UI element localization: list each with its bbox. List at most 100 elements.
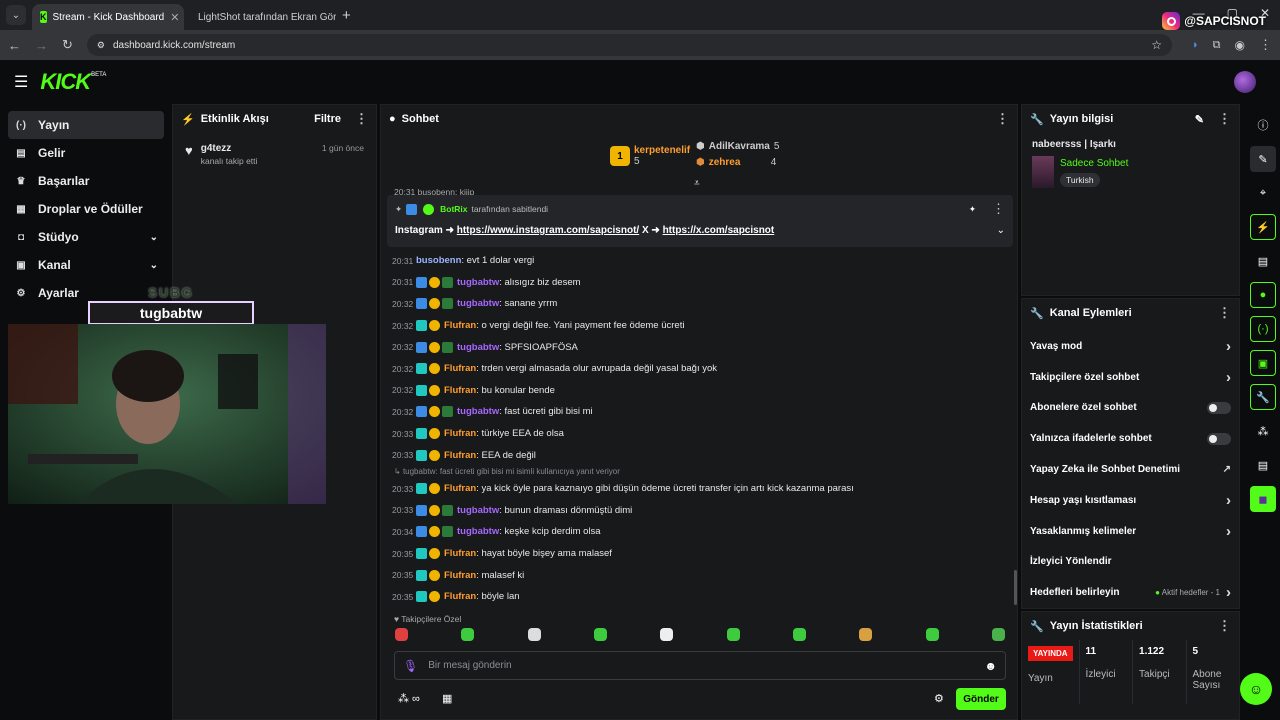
language-tag[interactable]: Turkish <box>1060 173 1100 187</box>
leader-name[interactable]: kerpetenelif <box>634 145 690 156</box>
toggle-switch[interactable] <box>1207 401 1231 414</box>
message-username[interactable]: Flufran <box>444 320 476 331</box>
channel-action-row[interactable]: Yasaklanmış kelimeler › <box>1022 516 1239 547</box>
x-link[interactable]: https://x.com/sapcisnot <box>663 225 775 236</box>
external-link-icon[interactable]: ↗ <box>1223 464 1231 475</box>
hamburger-menu-icon[interactable]: ☰ <box>14 72 28 92</box>
site-info-icon[interactable]: ⚙ <box>97 40 105 51</box>
expand-chevron-icon[interactable]: ⌄ <box>997 225 1005 236</box>
points-icon[interactable]: ⁂ ∞ <box>398 692 420 705</box>
activity-user[interactable]: g4tezz <box>201 143 258 154</box>
channel-action-row[interactable]: Hedefleri belirleyin ● Aktif hedefler - 1… <box>1022 577 1239 608</box>
emote-icon[interactable] <box>792 628 806 641</box>
info-icon[interactable]: ⓘ <box>1250 112 1276 138</box>
message-username[interactable]: busobenn <box>416 255 461 266</box>
message-username[interactable]: Flufran <box>444 483 476 494</box>
close-tab-icon[interactable]: ✕ <box>170 11 179 24</box>
document-icon[interactable]: ▤ <box>1250 452 1276 478</box>
chevron-right-icon[interactable]: › <box>1226 523 1231 540</box>
edit-pencil-icon[interactable]: ✎ <box>1250 146 1276 172</box>
emote-icon[interactable] <box>660 628 674 641</box>
message-username[interactable]: Flufran <box>444 450 476 461</box>
chevron-down-icon[interactable]: ⌄ <box>150 232 158 243</box>
pinned-by[interactable]: BotRix <box>440 204 467 214</box>
message-username[interactable]: Flufran <box>444 428 476 439</box>
channel-action-row[interactable]: Yapay Zeka ile Sohbet Denetimi ↗ <box>1022 454 1239 485</box>
support-chat-icon[interactable]: ☺ <box>1240 673 1272 705</box>
tab-search-icon[interactable]: ⌄ <box>6 5 26 25</box>
chat-settings-gear-icon[interactable]: ⚙ <box>934 692 944 705</box>
send-button[interactable]: Gönder <box>956 688 1006 710</box>
scroll-to-bottom-icon[interactable]: ⩡ <box>694 178 700 189</box>
sidebar-item-yayin[interactable]: (·) Yayın <box>8 111 164 139</box>
toggle-switch[interactable] <box>1207 432 1231 445</box>
new-tab-plus-icon[interactable]: + <box>342 7 351 24</box>
message-username[interactable]: tugbabtw <box>457 526 499 537</box>
message-username[interactable]: Flufran <box>444 385 476 396</box>
bookmark-star-icon[interactable]: ☆ <box>1151 38 1162 52</box>
sidebar-item-studyo[interactable]: ◘ Stüdyo ⌄ <box>8 223 164 251</box>
message-username[interactable]: Flufran <box>444 591 476 602</box>
sidebar-item-basarilar[interactable]: ♛ Başarılar <box>8 167 164 195</box>
edit-pencil-icon[interactable]: ✎ <box>1195 113 1204 126</box>
document-icon[interactable]: ▤ <box>1250 248 1276 274</box>
message-username[interactable]: Flufran <box>444 570 476 581</box>
channel-action-row[interactable]: İzleyici Yönlendir <box>1022 547 1239 578</box>
emote-icon[interactable] <box>925 628 939 641</box>
wrench-icon[interactable]: 🔧 <box>1250 384 1276 410</box>
chevron-right-icon[interactable]: › <box>1226 369 1231 386</box>
message-username[interactable]: tugbabtw <box>457 298 499 309</box>
chat-bubble-icon[interactable]: ● <box>1250 282 1276 308</box>
message-username[interactable]: tugbabtw <box>457 505 499 516</box>
more-options-icon[interactable]: ⋮ <box>996 111 1009 127</box>
more-options-icon[interactable]: ⋮ <box>1218 305 1231 321</box>
more-options-icon[interactable]: ⋮ <box>1218 111 1231 127</box>
url-input[interactable]: ⚙ dashboard.kick.com/stream ☆ <box>86 34 1172 56</box>
more-options-icon[interactable]: ⋮ <box>1218 618 1231 634</box>
unpin-icon[interactable]: ✦ <box>969 204 976 215</box>
channel-action-row[interactable]: Yalnızca ifadelerle sohbet <box>1022 423 1239 454</box>
category-name[interactable]: Sadece Sohbet <box>1060 158 1128 169</box>
message-username[interactable]: tugbabtw <box>457 277 499 288</box>
kick-logo[interactable]: KICK <box>40 69 91 95</box>
layout-icon[interactable]: ▣ <box>1250 350 1276 376</box>
more-options-icon[interactable]: ⋮ <box>992 201 1005 217</box>
lightning-icon[interactable]: ⚡ <box>1250 214 1276 240</box>
message-username[interactable]: tugbabtw <box>457 342 499 353</box>
message-username[interactable]: Flufran <box>444 363 476 374</box>
target-icon[interactable]: ⌖ <box>1250 180 1276 206</box>
emote-icon[interactable] <box>859 628 873 641</box>
filter-button[interactable]: Filtre <box>314 113 341 125</box>
emote-icon[interactable] <box>991 628 1005 641</box>
emote-icon[interactable] <box>726 628 740 641</box>
emote-icon[interactable] <box>527 628 541 641</box>
chevron-right-icon[interactable]: › <box>1226 584 1231 601</box>
sidebar-item-kanal[interactable]: ▣ Kanal ⌄ <box>8 251 164 279</box>
channel-action-row[interactable]: Hesap yaşı kısıtlaması › <box>1022 485 1239 516</box>
category-thumbnail[interactable] <box>1032 156 1054 188</box>
extension-icon[interactable]: ◗ <box>1192 39 1199 51</box>
chat-input[interactable]: 🎙 Bir mesaj gönderin ☻ <box>394 651 1006 680</box>
emote-icon[interactable] <box>593 628 607 641</box>
message-username[interactable]: tugbabtw <box>457 406 499 417</box>
microphone-icon[interactable]: 🎙 <box>403 659 418 673</box>
store-icon[interactable]: ▦ <box>442 692 452 705</box>
channel-action-row[interactable]: Takipçilere özel sohbet › <box>1022 362 1239 393</box>
message-username[interactable]: Flufran <box>444 548 476 559</box>
share-icon[interactable]: ⁂ <box>1250 418 1276 444</box>
user-avatar[interactable] <box>1234 71 1256 93</box>
emoji-icon[interactable]: ☻ <box>984 659 997 673</box>
profile-icon[interactable]: ◉ <box>1235 38 1245 52</box>
chevron-down-icon[interactable]: ⌄ <box>150 260 158 271</box>
more-options-icon[interactable]: ⋮ <box>355 111 368 127</box>
back-arrow-icon[interactable]: ← <box>8 38 21 53</box>
channel-action-row[interactable]: Yavaş mod › <box>1022 331 1239 362</box>
puzzle-extensions-icon[interactable]: ⧉ <box>1213 39 1221 52</box>
scrollbar[interactable] <box>1014 570 1017 605</box>
sidebar-item-droplar[interactable]: ▦ Droplar ve Ödüller <box>8 195 164 223</box>
menu-kebab-icon[interactable]: ⋮ <box>1259 37 1272 53</box>
browser-tab-lightshot[interactable]: LightShot tarafından Ekran Görü ✕ <box>184 4 336 30</box>
forward-arrow-icon[interactable]: → <box>35 38 48 53</box>
emote-icon[interactable] <box>461 628 475 641</box>
broadcast-icon[interactable]: (·) <box>1250 316 1276 342</box>
